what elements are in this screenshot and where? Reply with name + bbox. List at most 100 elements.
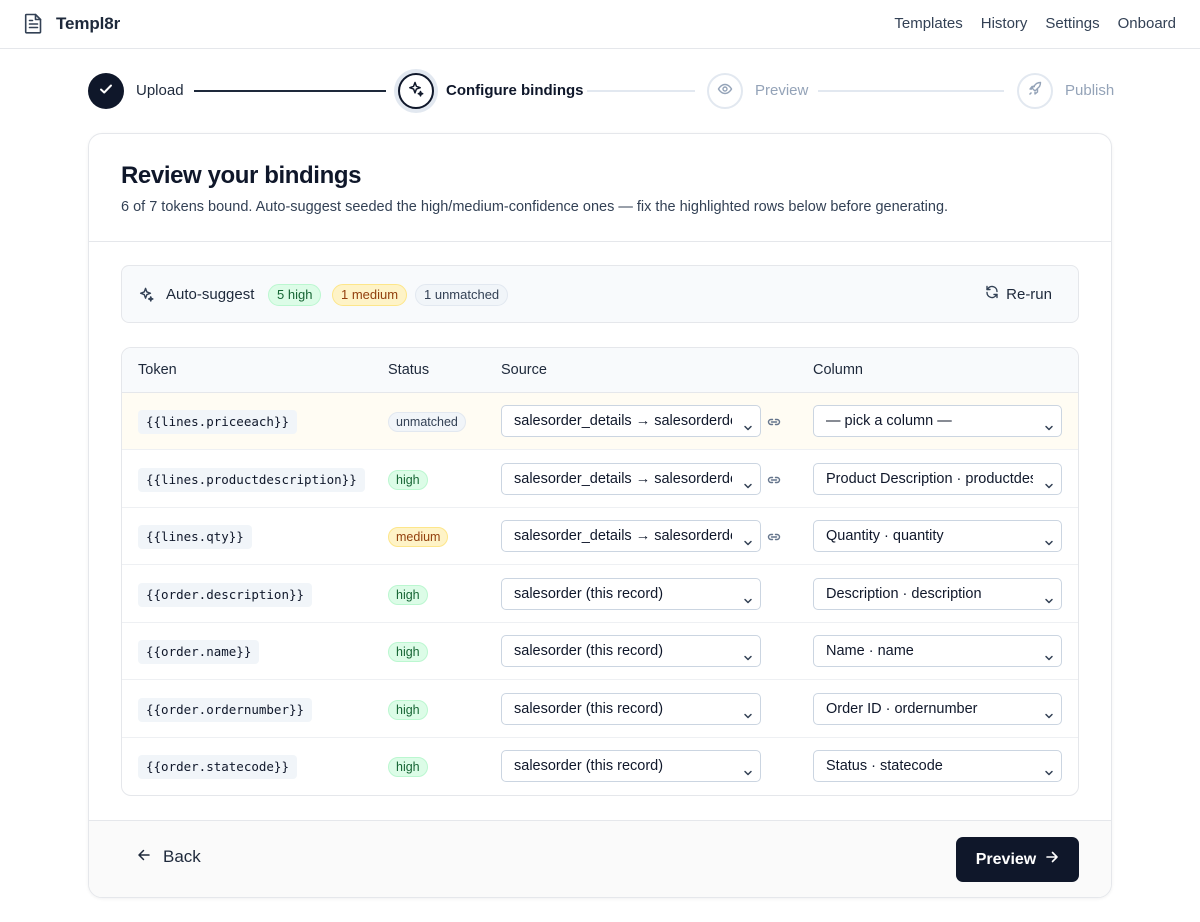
- token-label: {{lines.productdescription}}: [138, 467, 365, 492]
- column-select-value: Product Description · productdescription: [826, 470, 1033, 487]
- link-icon[interactable]: [766, 529, 782, 550]
- column-select-value: Quantity · quantity: [826, 528, 944, 544]
- source-select[interactable]: salesorder_details → salesorderdetails: [501, 520, 761, 552]
- brand[interactable]: Templ8r: [24, 13, 120, 34]
- nav-history[interactable]: History: [981, 15, 1028, 32]
- source-select[interactable]: salesorder (this record): [501, 692, 761, 725]
- step-label-publish: Publish: [1065, 82, 1115, 99]
- sparkles-icon: [138, 286, 155, 308]
- chevron-down-icon: [1043, 588, 1055, 609]
- chevron-down-icon: [742, 703, 754, 724]
- step-connector: [818, 90, 1004, 92]
- card-header: Review your bindings 6 of 7 tokens bound…: [89, 134, 1111, 242]
- source-select-value: salesorder (this record): [514, 700, 664, 717]
- source-select[interactable]: salesorder (this record): [501, 750, 761, 782]
- column-select-value: Order ID · ordernumber: [826, 700, 978, 717]
- token-label: {{lines.priceeach}}: [138, 410, 297, 434]
- chevron-down-icon: [742, 588, 754, 609]
- step-connector: [587, 90, 695, 92]
- medium-count-badge: 1 medium: [332, 284, 408, 306]
- main-nav: Templates History Settings Onboard: [894, 15, 1176, 32]
- top-bar: Templ8r Templates History Settings Onboa…: [0, 0, 1200, 49]
- step-preview[interactable]: [707, 73, 743, 109]
- chevron-down-icon: [742, 530, 754, 551]
- step-configure-bindings[interactable]: [398, 73, 434, 109]
- chevron-down-icon: [742, 645, 754, 666]
- source-select[interactable]: salesorder (this record): [501, 577, 761, 610]
- status-badge: high: [388, 642, 428, 662]
- column-select[interactable]: — pick a column —: [813, 405, 1062, 437]
- nav-templates[interactable]: Templates: [894, 15, 962, 32]
- token-label: {{order.name}}: [138, 640, 260, 664]
- column-select[interactable]: Product Description · productdescription: [813, 462, 1062, 495]
- link-icon[interactable]: [766, 414, 782, 435]
- back-button[interactable]: Back: [137, 847, 201, 867]
- page-subtitle: 6 of 7 tokens bound. Auto-suggest seeded…: [121, 199, 949, 215]
- status-badge: medium: [388, 527, 449, 547]
- column-select[interactable]: Description · description: [813, 577, 1062, 610]
- bindings-table: Token Status Source Column {{lines.price…: [121, 347, 1079, 796]
- rerun-button[interactable]: Re-run: [985, 285, 1052, 303]
- card-footer: Back Preview: [89, 820, 1111, 897]
- table-row: {{order.description}} high salesorder (thi…: [122, 566, 1078, 623]
- table-row: {{lines.qty}} medium salesorder_details → …: [122, 508, 1078, 565]
- source-select[interactable]: salesorder (this record): [501, 635, 761, 667]
- token-label: {{order.statecode}}: [138, 755, 297, 779]
- table-row: {{order.ordernumber}} high salesorder (thi…: [122, 681, 1078, 738]
- chevron-down-icon: [1043, 473, 1055, 494]
- source-select-value: salesorder (this record): [514, 643, 664, 659]
- column-select-value: Description · description: [826, 585, 982, 602]
- column-header-source: Source: [501, 362, 547, 378]
- chevron-down-icon: [742, 415, 754, 436]
- step-upload[interactable]: [88, 73, 124, 109]
- rocket-icon: [1027, 81, 1043, 102]
- step-publish[interactable]: [1017, 73, 1053, 109]
- column-header-token: Token: [138, 362, 177, 378]
- token-label: {{lines.qty}}: [138, 525, 252, 549]
- preview-button[interactable]: Preview: [956, 837, 1079, 882]
- table-row: {{lines.priceeach}} unmatched salesorder_d…: [122, 393, 1078, 450]
- app-name: Templ8r: [56, 13, 121, 33]
- token-label: {{order.description}}: [138, 582, 313, 607]
- source-select-value: salesorder_details → salesorderdetails: [514, 413, 732, 429]
- status-badge: high: [388, 584, 428, 605]
- source-select-value: salesorder (this record): [514, 585, 664, 602]
- chevron-down-icon: [742, 473, 754, 494]
- column-select[interactable]: Status · statecode: [813, 750, 1062, 782]
- chevron-down-icon: [1043, 760, 1055, 781]
- step-label-preview: Preview: [755, 82, 809, 99]
- step-label-configure-bindings: Configure bindings: [446, 82, 584, 99]
- bindings-card: Review your bindings 6 of 7 tokens bound…: [88, 133, 1112, 898]
- autosuggest-bar: Auto-suggest 5 high 1 medium 1 unmatched…: [121, 265, 1079, 323]
- column-select[interactable]: Quantity · quantity: [813, 520, 1062, 552]
- nav-settings[interactable]: Settings: [1045, 15, 1099, 32]
- source-select-value: salesorder_details → salesorderdetails: [514, 528, 732, 544]
- link-icon[interactable]: [766, 472, 782, 493]
- document-icon: [24, 13, 43, 34]
- refresh-icon: [985, 285, 999, 303]
- nav-onboard[interactable]: Onboard: [1118, 15, 1176, 32]
- eye-icon: [717, 81, 733, 102]
- column-select[interactable]: Name · name: [813, 635, 1062, 667]
- stepper: Upload Configure bindings Preview Publis…: [88, 73, 1115, 109]
- source-select[interactable]: salesorder_details → salesorderdetails: [501, 462, 761, 495]
- table-row: {{order.statecode}} high salesorder (this …: [122, 738, 1078, 795]
- high-count-badge: 5 high: [268, 284, 322, 306]
- unmatched-count-badge: 1 unmatched: [415, 284, 509, 306]
- back-label: Back: [163, 847, 201, 866]
- column-select[interactable]: Order ID · ordernumber: [813, 692, 1062, 725]
- source-select[interactable]: salesorder_details → salesorderdetails: [501, 405, 761, 437]
- chevron-down-icon: [1043, 703, 1055, 724]
- table-row: {{order.name}} high salesorder (this recor…: [122, 623, 1078, 680]
- source-select-value: salesorder_details → salesorderdetails: [514, 470, 732, 487]
- column-select-value: — pick a column —: [826, 413, 952, 429]
- rerun-label: Re-run: [1006, 285, 1052, 303]
- status-badge: high: [388, 757, 428, 777]
- table-row: {{lines.productdescription}} high salesord…: [122, 451, 1078, 508]
- status-badge: high: [388, 469, 428, 490]
- chevron-down-icon: [742, 760, 754, 781]
- source-select-value: salesorder (this record): [514, 758, 664, 774]
- status-badge: high: [388, 699, 428, 720]
- column-select-value: Status · statecode: [826, 758, 943, 774]
- column-header-status: Status: [388, 362, 430, 378]
